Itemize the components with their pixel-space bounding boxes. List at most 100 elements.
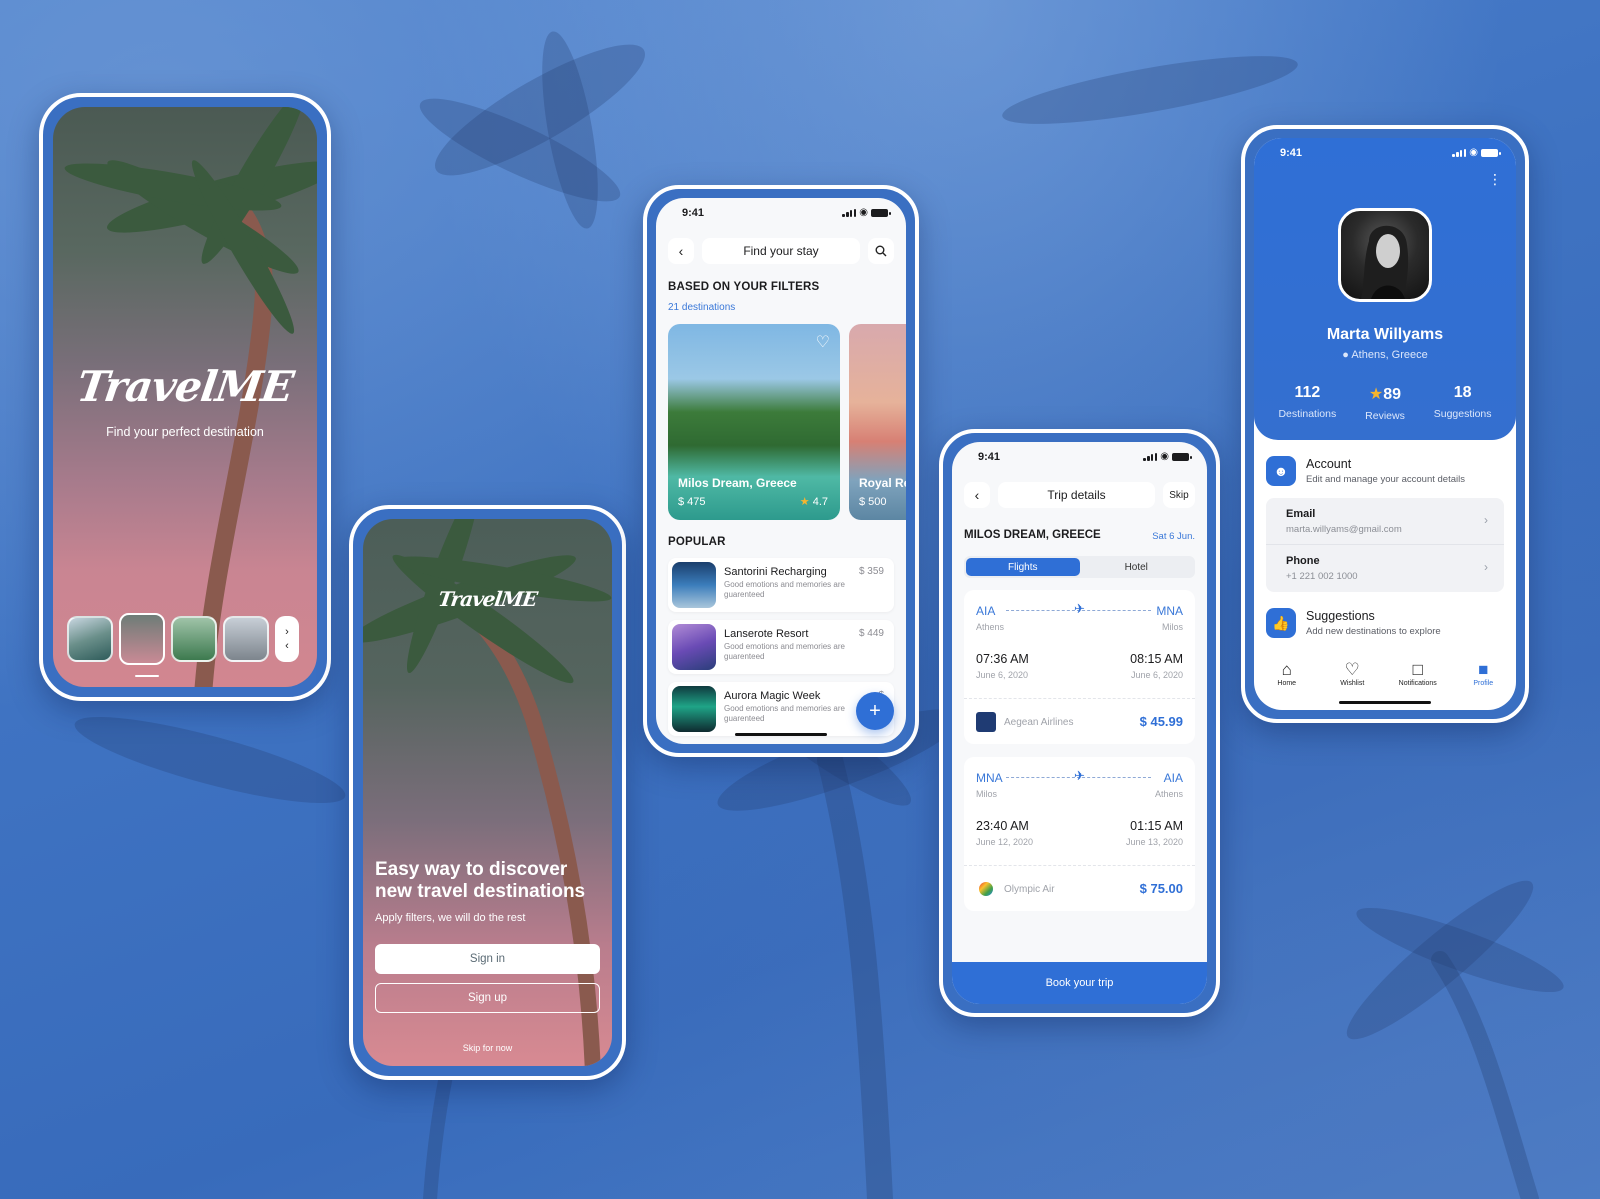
skip-for-now-link[interactable]: Skip for now	[363, 1043, 612, 1053]
list-item[interactable]: Santorini Recharging Good emotions and m…	[668, 558, 894, 612]
stat-value: ★89	[1368, 386, 1402, 403]
notification-icon: □	[1412, 660, 1423, 679]
thumbnail-lake[interactable]	[67, 616, 113, 662]
stat-suggestions[interactable]: 18 Suggestions	[1434, 384, 1492, 422]
tab-hotel[interactable]: Hotel	[1080, 558, 1194, 576]
tab-label: Notifications	[1398, 680, 1437, 687]
stat-label: Suggestions	[1433, 408, 1492, 420]
origin-city: Athens	[976, 622, 1005, 632]
featured-card-price: $ 500	[859, 496, 887, 508]
signal-icon	[1452, 149, 1467, 157]
heart-icon[interactable]: ♡	[816, 332, 830, 352]
account-menu-item[interactable]: ☻ Account Edit and manage your account d…	[1266, 456, 1504, 490]
profile-location: ● Athens, Greece	[1342, 349, 1428, 361]
popular-heading: POPULAR	[668, 536, 726, 548]
destination-image	[672, 562, 716, 608]
status-bar: 9:41 ◉	[656, 198, 906, 228]
thumbnail-nav[interactable]: › ‹	[275, 616, 299, 662]
filters-heading: BASED ON YOUR FILTERS	[668, 281, 820, 293]
arrival-time: 08:15 AM	[1130, 652, 1183, 666]
tab-profile[interactable]: ■ Profile	[1453, 660, 1513, 694]
onboarding-phone: TravelME Easy way to discover new travel…	[349, 505, 626, 1080]
destination-thumbnail-strip: › ‹	[67, 613, 303, 665]
splash-phone: TravelME Find your perfect destination ›…	[39, 93, 331, 701]
suggestions-menu-item[interactable]: 👍 Suggestions Add new destinations to ex…	[1266, 608, 1504, 642]
chevron-right-icon[interactable]: ›	[285, 625, 289, 639]
destination-code: AIA	[1163, 771, 1183, 785]
avatar[interactable]	[1338, 208, 1432, 302]
status-time: 9:41	[1280, 147, 1303, 159]
stat-reviews[interactable]: ★89 Reviews	[1365, 384, 1405, 422]
tab-wishlist[interactable]: ♡ Wishlist	[1322, 660, 1382, 694]
tab-notifications[interactable]: □ Notifications	[1388, 660, 1448, 694]
stat-label: Destinations	[1278, 408, 1337, 420]
search-icon	[875, 245, 887, 257]
destination-name: Santorini Recharging	[724, 566, 827, 578]
tab-flights[interactable]: Flights	[966, 558, 1080, 576]
more-options-icon[interactable]: ⋮	[1488, 172, 1502, 186]
profile-name: Marta Willyams	[1326, 326, 1444, 343]
menu-title: Account	[1306, 457, 1352, 471]
tab-home[interactable]: ⌂ Home	[1257, 660, 1317, 694]
chevron-left-icon[interactable]: ‹	[285, 639, 289, 653]
destination-price: $ 449	[858, 628, 884, 639]
sign-up-button[interactable]: Sign up	[375, 983, 600, 1013]
destinations-count[interactable]: 21 destinations	[668, 302, 735, 313]
app-logo: TravelME	[436, 587, 539, 611]
thumbnail-palm[interactable]	[119, 613, 165, 665]
thumbs-up-icon: 👍	[1266, 608, 1296, 638]
back-button[interactable]: ‹	[964, 482, 990, 508]
tab-label: Profile	[1473, 680, 1494, 687]
origin-city: Milos	[976, 789, 998, 799]
chevron-right-icon: ›	[1484, 560, 1488, 574]
home-icon: ⌂	[1281, 660, 1292, 679]
onboarding-headline: Easy way to discover new travel destinat…	[375, 859, 586, 902]
arrival-date: June 6, 2020	[1130, 670, 1183, 680]
menu-subtitle: Edit and manage your account details	[1306, 474, 1465, 485]
chevron-left-icon: ‹	[678, 243, 684, 259]
skip-button[interactable]: Skip	[1163, 482, 1195, 508]
sign-in-button[interactable]: Sign in	[375, 944, 600, 974]
featured-card[interactable]: Royal Res $ 500	[849, 324, 906, 520]
chevron-left-icon: ‹	[974, 487, 980, 503]
destination-code: MNA	[1156, 604, 1183, 618]
airline-logo-icon	[976, 712, 996, 732]
add-button[interactable]: +	[856, 692, 894, 730]
tagline: Find your perfect destination	[106, 425, 264, 439]
onboarding-subtitle: Apply filters, we will do the rest	[375, 912, 526, 924]
flight-card[interactable]: AIA ✈ MNA Athens Milos 07:36 AM 08:15 AM…	[964, 590, 1195, 744]
origin-code: MNA	[976, 771, 1003, 785]
airline-logo-icon	[979, 882, 993, 896]
departure-time: 23:40 AM	[976, 819, 1029, 833]
departure-date: June 6, 2020	[976, 670, 1029, 680]
nav-bar: ‹ Trip details Skip	[964, 482, 1195, 508]
signal-icon	[842, 209, 857, 217]
thumbnail-city[interactable]	[223, 616, 269, 662]
page-title: Find your stay	[702, 238, 860, 264]
departure-time: 07:36 AM	[976, 652, 1029, 666]
search-button[interactable]	[868, 238, 894, 264]
back-button[interactable]: ‹	[668, 238, 694, 264]
find-stay-phone: 9:41 ◉ ‹ Find your stay BASED ON YOUR FI…	[643, 185, 919, 757]
portrait-silhouette	[1361, 225, 1409, 299]
phone-value: +1 221 002 1000	[1286, 571, 1358, 582]
flight-card[interactable]: MNA ✈ AIA Milos Athens 23:40 AM 01:15 AM…	[964, 757, 1195, 911]
stat-destinations[interactable]: 112 Destinations	[1278, 384, 1336, 422]
featured-card[interactable]: ♡ Milos Dream, Greece $ 475 ★ 4.7	[668, 324, 840, 520]
stat-value: 18	[1453, 384, 1472, 401]
destination-price: $ 359	[858, 566, 884, 577]
divider	[964, 865, 1195, 866]
signal-icon	[1143, 453, 1158, 461]
status-bar: 9:41 ◉	[1254, 138, 1516, 168]
page-indicator	[135, 675, 159, 677]
book-trip-button[interactable]: Book your trip	[952, 962, 1207, 1004]
airline-name: Olympic Air	[1004, 884, 1055, 895]
phone-row[interactable]: Phone +1 221 002 1000 ›	[1266, 545, 1504, 592]
star-icon: ★	[1368, 386, 1384, 403]
find-stay-screen: 9:41 ◉ ‹ Find your stay BASED ON YOUR FI…	[656, 198, 906, 744]
list-item[interactable]: Lanserote Resort Good emotions and memor…	[668, 620, 894, 674]
onboarding-screen: TravelME Easy way to discover new travel…	[363, 519, 612, 1066]
star-icon: ★	[799, 496, 810, 508]
thumbnail-forest[interactable]	[171, 616, 217, 662]
email-row[interactable]: Email marta.willyams@gmail.com ›	[1266, 498, 1504, 545]
